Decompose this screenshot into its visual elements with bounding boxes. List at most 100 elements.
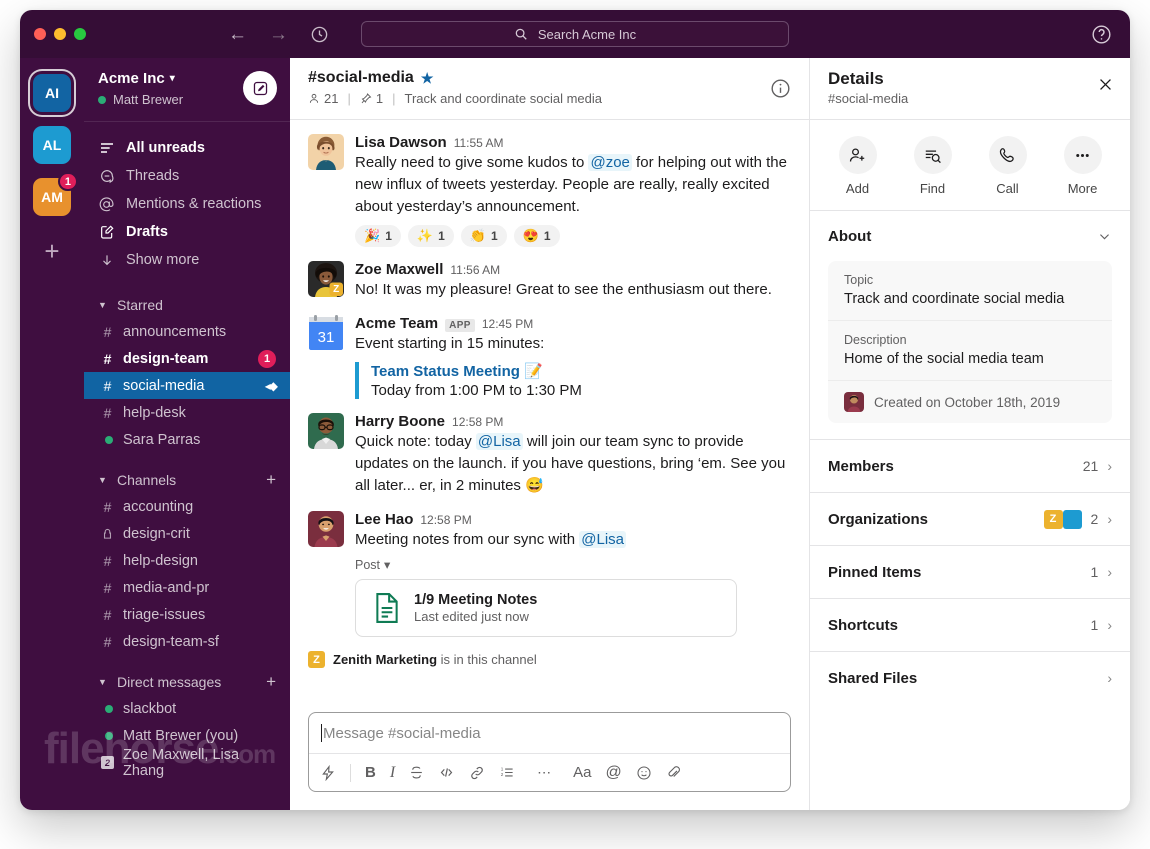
link-icon[interactable] [469,765,485,781]
channel-title-row[interactable]: #social-media ★ [308,69,791,87]
about-section-header[interactable]: About [810,211,1130,261]
avatar[interactable]: 31 [308,315,344,352]
sidebar-item-show-more[interactable]: Show more [84,246,290,274]
ordered-list-icon[interactable]: 1 2 [499,765,515,780]
unread-badge: 1 [57,172,78,191]
post-type-label[interactable]: Post ▾ [355,557,791,573]
workspace-switcher-ai[interactable]: AI [33,74,71,112]
emoji-icon[interactable] [636,765,652,781]
message-author[interactable]: Lisa Dawson [355,134,447,151]
back-arrow-icon[interactable]: ← [228,25,247,44]
avatar[interactable]: Z [308,261,344,298]
about-description-row[interactable]: Description Home of the social media tea… [828,321,1112,381]
text-format-icon[interactable]: Aa [573,764,591,781]
action-label: Find [919,181,946,196]
details-row-pinned-items[interactable]: Pinned Items 1 › [810,545,1130,598]
sidebar-item-drafts[interactable]: Drafts [84,218,290,246]
info-circle-icon[interactable] [770,78,791,99]
about-topic-row[interactable]: Topic Track and coordinate social media [828,261,1112,321]
reaction-chip[interactable]: 🎉 1 [355,225,401,248]
reaction-chip[interactable]: ✨ 1 [407,225,454,248]
workspace-initials: AL [42,137,62,153]
sidebar-dm-group[interactable]: 2 Zoe Maxwell, Lisa Zhang [84,747,290,779]
creator-avatar [844,392,864,412]
sidebar-channel-help-design[interactable]: # help-design [84,547,290,574]
section-header-starred[interactable]: ▼ Starred [84,292,290,318]
reaction-chip[interactable]: 👏 1 [460,225,507,248]
sidebar-channel-design-team[interactable]: # design-team 1 [84,345,290,372]
channel-topic[interactable]: Track and coordinate social media [404,91,602,106]
avatar[interactable] [308,413,344,450]
minimize-window-button[interactable] [54,28,66,40]
bold-icon[interactable]: B [365,764,376,781]
message-author[interactable]: Lee Hao [355,511,413,528]
section-header-dms[interactable]: ▼ Direct messages + [84,669,290,695]
sidebar-channel-announcements[interactable]: # announcements [84,318,290,345]
sidebar-channel-media-and-pr[interactable]: # media-and-pr [84,574,290,601]
sidebar-channel-design-crit[interactable]: design-crit [84,520,290,547]
find-button[interactable]: Find [903,136,963,196]
attach-icon[interactable] [666,764,681,781]
help-icon[interactable] [1091,24,1112,45]
details-row-shortcuts[interactable]: Shortcuts 1 › [810,598,1130,651]
mention-icon[interactable]: @ [606,764,622,782]
more-icon[interactable]: ⋯ [537,764,551,781]
reaction-count: 1 [385,229,392,244]
sidebar-dm-slackbot[interactable]: slackbot [84,695,290,722]
message-author[interactable]: Acme Team [355,315,438,332]
sidebar-item-mentions[interactable]: Mentions & reactions [84,190,290,218]
member-count-group[interactable]: 21 [308,91,338,106]
section-header-channels[interactable]: ▼ Channels + [84,467,290,493]
close-window-button[interactable] [34,28,46,40]
details-row-shared-files[interactable]: Shared Files › [810,651,1130,704]
add-member-button[interactable]: Add [828,136,888,196]
sidebar-item-threads[interactable]: Threads [84,162,290,190]
file-subtitle: Last edited just now [414,609,529,625]
add-channel-icon[interactable]: + [266,470,276,490]
sidebar-item-all-unreads[interactable]: All unreads [84,134,290,162]
strikethrough-icon[interactable] [409,765,424,780]
maximize-window-button[interactable] [74,28,86,40]
close-icon[interactable] [1097,76,1114,93]
sidebar-channel-social-media[interactable]: # social-media ◂◆ [84,372,290,399]
italic-icon[interactable]: I [390,764,395,782]
clock-icon[interactable] [310,25,329,44]
message-author[interactable]: Zoe Maxwell [355,261,443,278]
message-author[interactable]: Harry Boone [355,413,445,430]
message-composer[interactable]: Message #social-media B I 1 2 ⋯ Aa @ [308,712,791,792]
sidebar-channel-help-desk[interactable]: # help-desk [84,399,290,426]
file-attachment-card[interactable]: 1/9 Meeting Notes Last edited just now [355,579,737,638]
search-input[interactable]: Search Acme Inc [361,21,789,47]
user-mention[interactable]: @zoe [588,154,632,171]
workspace-switcher-al[interactable]: AL [33,126,71,164]
forward-arrow-icon[interactable]: → [269,25,288,44]
user-mention[interactable]: @Lisa [579,531,627,549]
sidebar-dm-sara-parras[interactable]: Sara Parras [84,426,290,453]
reaction-chip[interactable]: 😍 1 [513,225,560,248]
call-button[interactable]: Call [978,136,1038,196]
user-mention[interactable]: @Lisa [475,433,523,451]
sidebar-channel-design-team-sf[interactable]: # design-team-sf [84,628,290,655]
sidebar-channel-accounting[interactable]: # accounting [84,493,290,520]
pin-count-group[interactable]: 1 [360,91,383,106]
sidebar-dm-matt-brewer[interactable]: Matt Brewer (you) [84,722,290,749]
hash-icon: # [103,323,112,340]
star-icon[interactable]: ★ [421,70,434,87]
channel-sidebar: Acme Inc ▾ Matt Brewer All unreads Threa… [84,58,290,810]
sidebar-channel-triage-issues[interactable]: # triage-issues [84,601,290,628]
add-dm-icon[interactable]: + [266,672,276,692]
details-row-organizations[interactable]: Organizations Z 2 › [810,492,1130,545]
avatar[interactable] [308,134,344,170]
add-workspace-button[interactable]: + [33,232,71,270]
row-label: Members [828,457,894,475]
shortcuts-icon[interactable] [320,764,336,781]
avatar[interactable] [308,511,344,548]
code-icon[interactable] [438,765,455,780]
more-button[interactable]: More [1053,136,1113,196]
workspace-switcher-am[interactable]: AM 1 [33,172,78,216]
details-row-members[interactable]: Members 21 › [810,439,1130,492]
chevron-down-icon[interactable] [1097,229,1112,244]
message-input[interactable]: Message #social-media [309,713,790,753]
event-title[interactable]: Team Status Meeting 📝 [371,362,791,380]
compose-button[interactable] [243,71,277,105]
